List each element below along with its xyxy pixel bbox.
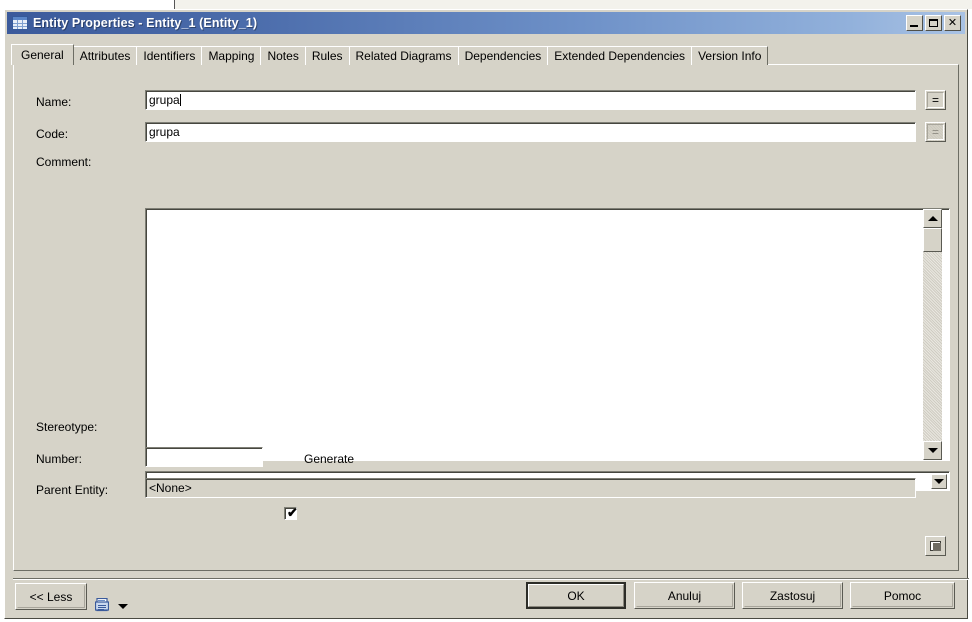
general-tab-panel: Name: grupa = Code: grupa = Comment: Ste… <box>13 64 959 571</box>
chevron-down-icon <box>927 448 938 453</box>
cancel-button[interactable]: Anuluj <box>634 582 735 609</box>
footer-separator <box>13 578 969 580</box>
maximize-button[interactable] <box>925 15 942 31</box>
less-button-label: << Less <box>29 589 73 604</box>
report-icon[interactable] <box>95 598 109 614</box>
equals-icon: = <box>931 93 939 107</box>
window-controls: ✕ <box>906 15 963 31</box>
comment-textarea[interactable] <box>145 208 950 461</box>
tab-label: Rules <box>311 49 343 63</box>
help-button-label: Pomoc <box>883 588 922 603</box>
code-equals-button[interactable]: = <box>925 122 946 142</box>
tab-label: Attributes <box>79 49 131 63</box>
code-value: grupa <box>149 125 180 139</box>
close-icon: ✕ <box>947 16 958 29</box>
tab-dependencies[interactable]: Dependencies <box>457 46 549 65</box>
name-input[interactable]: grupa <box>145 90 916 110</box>
number-input[interactable] <box>145 447 263 467</box>
window-title: Entity Properties - Entity_1 (Entity_1) <box>33 16 258 30</box>
tab-notes[interactable]: Notes <box>260 46 306 65</box>
name-label: Name: <box>36 95 72 109</box>
comment-label: Comment: <box>36 155 92 169</box>
chevron-up-icon <box>927 216 938 221</box>
code-label: Code: <box>36 127 69 141</box>
code-input[interactable]: grupa <box>145 122 916 142</box>
tab-label: General <box>21 48 64 62</box>
tab-bar: General Attributes Identifiers Mapping N… <box>11 44 959 65</box>
title-bar[interactable]: Entity Properties - Entity_1 (Entity_1) … <box>7 12 965 34</box>
tab-rules[interactable]: Rules <box>304 46 350 65</box>
parent-entity-browse-button[interactable] <box>925 536 946 556</box>
check-icon: ✔ <box>287 505 298 520</box>
tab-label: Notes <box>267 49 299 63</box>
ok-button-label: OK <box>567 588 585 603</box>
ok-button[interactable]: OK <box>526 582 626 609</box>
tab-general[interactable]: General <box>11 44 74 65</box>
tab-mapping[interactable]: Mapping <box>201 46 262 65</box>
scroll-down-button[interactable] <box>923 441 942 460</box>
report-dropdown-arrow-icon[interactable] <box>118 604 128 609</box>
tab-label: Identifiers <box>143 49 196 63</box>
help-button[interactable]: Pomoc <box>850 582 955 609</box>
scroll-up-button[interactable] <box>923 209 942 228</box>
close-button[interactable]: ✕ <box>944 15 961 31</box>
comment-scrollbar[interactable] <box>923 209 942 460</box>
parent-entity-value: <None> <box>149 481 192 495</box>
equals-icon: = <box>931 125 939 139</box>
chevron-down-icon <box>934 479 944 484</box>
tab-label: Dependencies <box>464 49 542 63</box>
stereotype-dropdown-button[interactable] <box>931 474 947 489</box>
name-value: grupa <box>149 93 180 107</box>
parent-entity-label: Parent Entity: <box>36 483 109 497</box>
application-root: Entity Properties - Entity_1 (Entity_1) … <box>0 0 972 622</box>
entity-properties-dialog: Entity Properties - Entity_1 (Entity_1) … <box>4 9 969 619</box>
number-label: Number: <box>36 452 83 466</box>
tab-related-diagrams[interactable]: Related Diagrams <box>348 46 459 65</box>
stereotype-label: Stereotype: <box>36 420 98 434</box>
minimize-button[interactable] <box>906 15 923 31</box>
text-caret <box>179 94 181 106</box>
tab-label: Related Diagrams <box>355 49 452 63</box>
apply-button[interactable]: Zastosuj <box>742 582 843 609</box>
less-button[interactable]: << Less <box>15 583 87 610</box>
parent-entity-value-field[interactable]: <None> <box>145 478 916 498</box>
desktop-background-panel <box>175 0 972 9</box>
generate-label: Generate <box>304 452 355 466</box>
tab-identifiers[interactable]: Identifiers <box>136 46 203 65</box>
tab-label: Extended Dependencies <box>554 49 686 63</box>
tab-extended-dependencies[interactable]: Extended Dependencies <box>547 46 693 65</box>
entity-table-icon <box>12 16 28 30</box>
cancel-button-label: Anuluj <box>667 588 702 603</box>
generate-checkbox[interactable]: ✔ <box>284 505 298 520</box>
tab-attributes[interactable]: Attributes <box>72 46 138 65</box>
tab-label: Version Info <box>698 49 762 63</box>
tab-label: Mapping <box>208 49 255 63</box>
properties-icon <box>930 541 941 551</box>
name-equals-button[interactable]: = <box>925 90 946 110</box>
tab-version-info[interactable]: Version Info <box>691 46 769 65</box>
scrollbar-thumb[interactable] <box>923 228 942 252</box>
apply-button-label: Zastosuj <box>769 588 816 603</box>
